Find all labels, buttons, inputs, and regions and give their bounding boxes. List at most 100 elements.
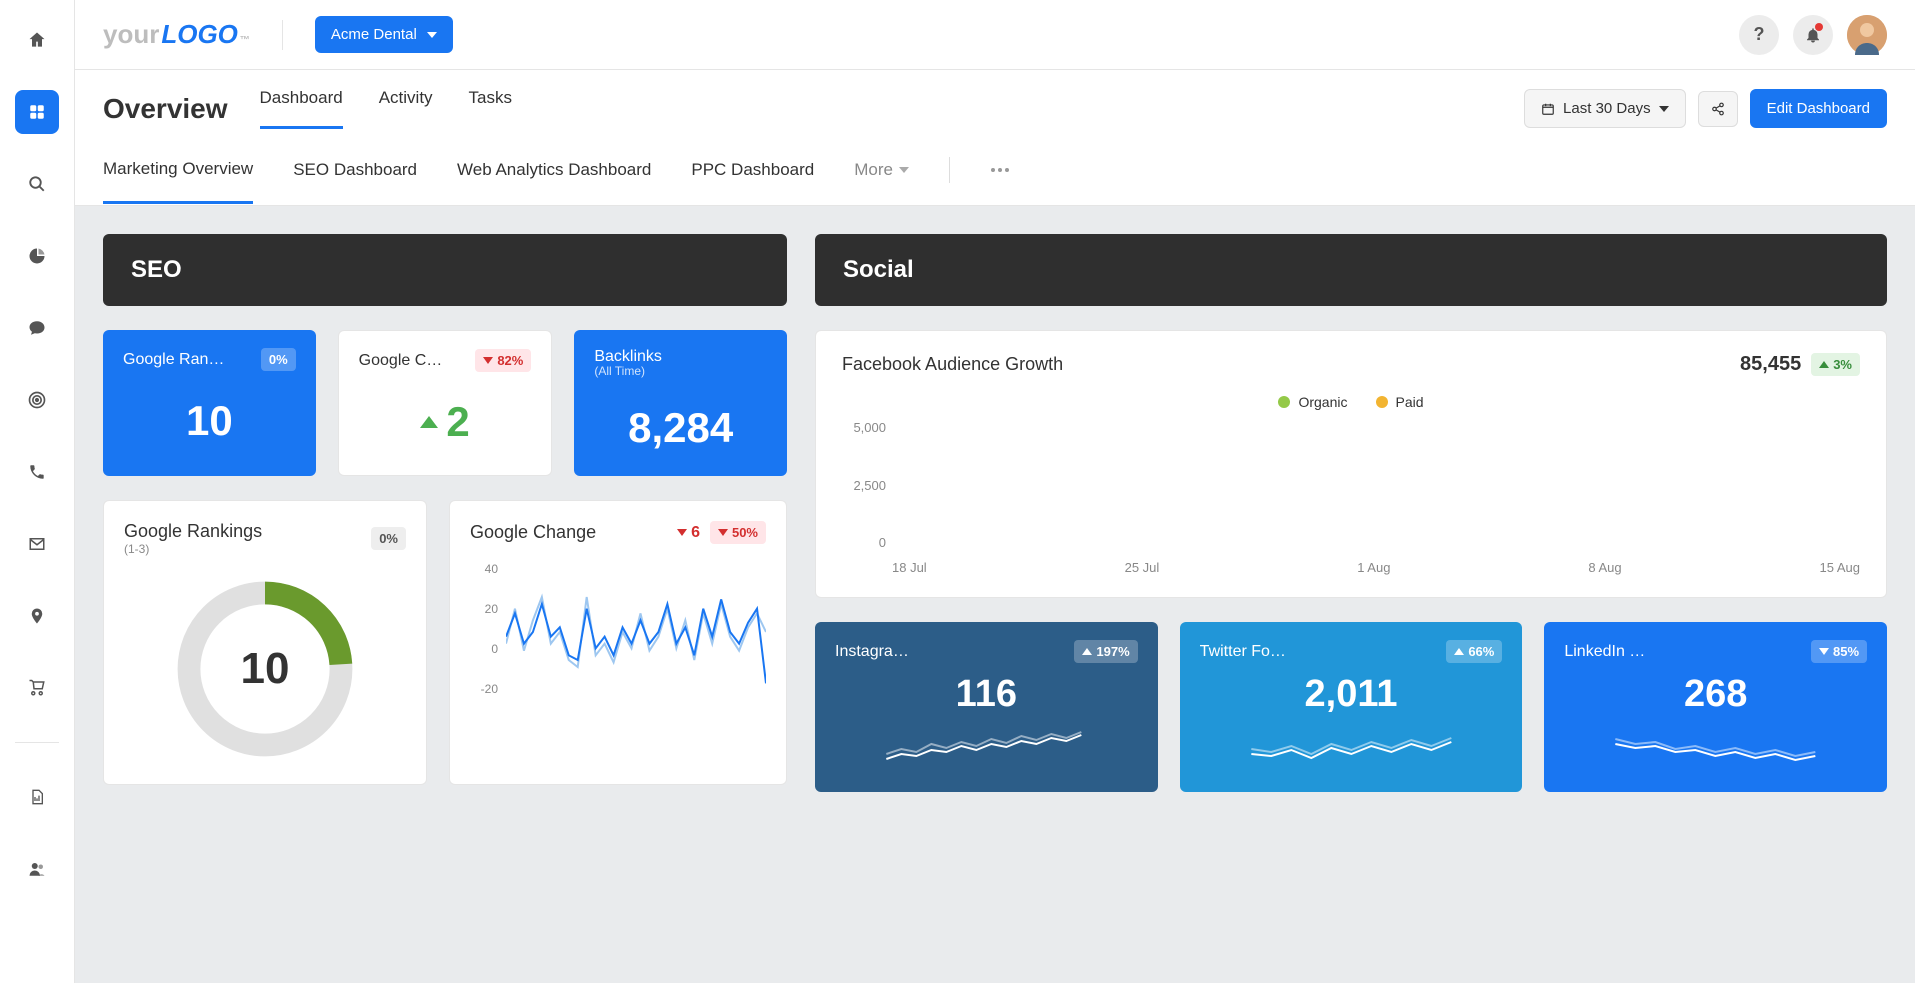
caret-down-icon (1659, 106, 1669, 112)
kpi-title: Google C… (359, 352, 443, 370)
account-label: Acme Dental (331, 26, 417, 43)
kpi-badge: 82% (475, 349, 531, 372)
x-axis: 18 Jul 25 Jul 1 Aug 8 Aug 15 Aug (892, 560, 1860, 575)
kpi-title: Twitter Fo… (1200, 643, 1286, 661)
bar-chart: 5,000 2,500 0 (892, 420, 1860, 550)
more-label: More (854, 160, 893, 180)
card-value: 85,455 (1740, 353, 1801, 376)
date-range-dropdown[interactable]: Last 30 Days (1524, 89, 1686, 128)
card-google-change[interactable]: Google Change 6 50% 40 20 0 -20 (449, 500, 787, 785)
logo-text-2: LOGO (161, 19, 238, 50)
nav-home[interactable] (15, 18, 59, 62)
edit-dashboard-button[interactable]: Edit Dashboard (1750, 89, 1887, 128)
section-header: Overview Dashboard Activity Tasks Last 3… (75, 70, 1915, 129)
kpi-linkedin[interactable]: LinkedIn … 85% 268 (1544, 622, 1887, 792)
kpi-value: 10 (123, 397, 296, 445)
kpi-google-rankings[interactable]: Google Ran… 0% 10 (103, 330, 316, 476)
nav-search[interactable] (15, 162, 59, 206)
kpi-title: LinkedIn … (1564, 643, 1645, 661)
kpi-badge: 85% (1811, 640, 1867, 663)
legend-paid: Paid (1376, 394, 1424, 410)
triangle-up-icon (1454, 648, 1464, 655)
subtab-web-analytics[interactable]: Web Analytics Dashboard (457, 160, 651, 202)
gauge-value: 10 (241, 644, 290, 694)
subtab-marketing-overview[interactable]: Marketing Overview (103, 159, 253, 204)
card-subtitle: (1-3) (124, 542, 262, 556)
help-icon: ? (1754, 24, 1765, 45)
subtab-ppc[interactable]: PPC Dashboard (691, 160, 814, 202)
chart-legend: Organic Paid (842, 394, 1860, 410)
avatar-icon (1847, 15, 1887, 55)
triangle-down-icon (1819, 648, 1829, 655)
legend-organic: Organic (1278, 394, 1347, 410)
tab-tasks[interactable]: Tasks (469, 88, 512, 129)
kpi-badge: 66% (1446, 640, 1502, 663)
kpi-title: Instagra… (835, 643, 909, 661)
logo-divider (282, 20, 283, 50)
nav-divider (15, 742, 59, 743)
kpi-value: 2,011 (1200, 673, 1503, 716)
caret-down-icon (427, 32, 437, 38)
sparkline-y-axis: 40 20 0 -20 (470, 562, 498, 702)
triangle-up-icon (1082, 648, 1092, 655)
share-button[interactable] (1698, 91, 1738, 127)
kpi-twitter[interactable]: Twitter Fo… 66% 2,011 (1180, 622, 1523, 792)
kpi-subtitle: (All Time) (594, 364, 645, 378)
logo-text-1: your (103, 19, 159, 50)
date-range-label: Last 30 Days (1563, 100, 1651, 117)
nav-email[interactable] (15, 522, 59, 566)
legend-dot-icon (1376, 396, 1388, 408)
subtab-seo-dashboard[interactable]: SEO Dashboard (293, 160, 417, 202)
card-facebook-growth[interactable]: Facebook Audience Growth 85,455 3% Organ… (815, 330, 1887, 598)
nav-location[interactable] (15, 594, 59, 638)
y-axis: 5,000 2,500 0 (842, 420, 886, 550)
nav-sidebar (0, 0, 75, 983)
tab-dashboard[interactable]: Dashboard (260, 88, 343, 129)
nav-analytics[interactable] (15, 234, 59, 278)
kpi-instagram[interactable]: Instagra… 197% 116 (815, 622, 1158, 792)
user-avatar[interactable] (1847, 15, 1887, 55)
kpi-google-change[interactable]: Google C… 82% 2 (338, 330, 553, 476)
dashboard-content: SEO Google Ran… 0% 10 Google C… 82% (75, 206, 1915, 983)
notification-dot (1815, 23, 1823, 31)
notifications-button[interactable] (1793, 15, 1833, 55)
subtab-more[interactable]: More (854, 160, 909, 202)
nav-users[interactable] (15, 847, 59, 891)
page-title: Overview (103, 93, 228, 125)
help-button[interactable]: ? (1739, 15, 1779, 55)
logo-tm: ™ (240, 35, 250, 46)
nav-reports[interactable] (15, 775, 59, 819)
card-badge: 0% (371, 527, 406, 550)
legend-dot-icon (1278, 396, 1290, 408)
nav-goals[interactable] (15, 378, 59, 422)
kpi-badge: 0% (261, 348, 296, 371)
tab-activity[interactable]: Activity (379, 88, 433, 129)
nav-ecommerce[interactable] (15, 666, 59, 710)
nav-dashboard[interactable] (15, 90, 59, 134)
card-badge: 3% (1811, 353, 1860, 376)
kpi-value: 2 (359, 398, 532, 446)
nav-comments[interactable] (15, 306, 59, 350)
card-title: Facebook Audience Growth (842, 354, 1063, 375)
card-google-rankings[interactable]: Google Rankings (1-3) 0% 10 (103, 500, 427, 785)
subtab-options[interactable] (990, 167, 1010, 195)
kpi-backlinks[interactable]: Backlinks (All Time) 8,284 (574, 330, 787, 476)
nav-calls[interactable] (15, 450, 59, 494)
main-tabs: Dashboard Activity Tasks (260, 88, 512, 129)
calendar-icon (1541, 102, 1555, 116)
account-dropdown[interactable]: Acme Dental (315, 16, 453, 53)
card-title: Google Change (470, 522, 596, 543)
mini-sparkline (1564, 724, 1867, 764)
topbar: your LOGO ™ Acme Dental ? (75, 0, 1915, 70)
triangle-up-icon (420, 416, 438, 428)
subtabs: Marketing Overview SEO Dashboard Web Ana… (75, 129, 1915, 206)
kpi-value: 8,284 (594, 404, 767, 452)
delta-value: 6 (677, 524, 700, 542)
kpi-value: 268 (1564, 673, 1867, 716)
logo: your LOGO ™ (103, 19, 250, 50)
triangle-up-icon (1819, 361, 1829, 368)
mini-sparkline (835, 724, 1138, 764)
share-icon (1711, 102, 1725, 116)
triangle-down-icon (718, 529, 728, 536)
kpi-title: Google Ran… (123, 351, 224, 369)
